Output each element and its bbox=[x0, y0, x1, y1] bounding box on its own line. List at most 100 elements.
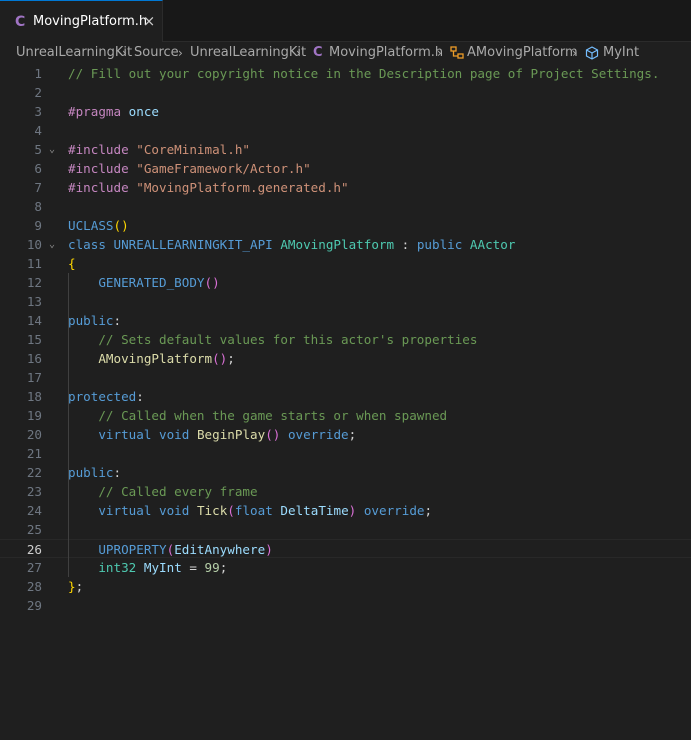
code-token: { bbox=[68, 256, 76, 271]
code-line[interactable]: 18 protected: bbox=[0, 387, 691, 406]
line-number: 21 bbox=[26, 446, 42, 461]
code-line[interactable]: 11 { bbox=[0, 254, 691, 273]
code-token: public bbox=[68, 313, 114, 328]
code-line[interactable]: 4 bbox=[0, 121, 691, 140]
line-number: 16 bbox=[26, 351, 42, 366]
code-line[interactable]: 27 int32 MyInt = 99; bbox=[0, 558, 691, 577]
code-line[interactable]: 23 // Called every frame bbox=[0, 482, 691, 501]
code-line[interactable]: 19 // Called when the game starts or whe… bbox=[0, 406, 691, 425]
code-text: UCLASS() bbox=[68, 216, 129, 235]
code-line[interactable]: 29 bbox=[0, 596, 691, 615]
code-line[interactable]: 10 ⌄ class UNREALLEARNINGKIT_API AMovingPl… bbox=[0, 235, 691, 254]
code-token: #include bbox=[68, 142, 129, 157]
code-token: override bbox=[287, 427, 349, 442]
line-number: 7 bbox=[34, 180, 42, 195]
code-token: : bbox=[113, 465, 122, 480]
code-line[interactable]: 24 virtual void Tick(float DeltaTime) ov… bbox=[0, 501, 691, 520]
code-token: public bbox=[416, 237, 463, 252]
breadcrumb-item-project[interactable]: UnrealLearningKit bbox=[16, 42, 132, 64]
code-text: virtual void BeginPlay() override; bbox=[68, 425, 356, 444]
code-line[interactable]: 17 bbox=[0, 368, 691, 387]
code-token: ; bbox=[227, 351, 235, 366]
code-token: ; bbox=[219, 560, 228, 575]
c-file-icon: C bbox=[313, 45, 323, 60]
code-token: GENERATED_BODY bbox=[98, 275, 205, 290]
breadcrumb-item-class[interactable]: AMovingPlatform bbox=[467, 42, 578, 64]
code-token: Tick bbox=[196, 503, 228, 518]
code-token: AMovingPlatform bbox=[280, 237, 395, 252]
tab-moving-platform-h[interactable]: C MovingPlatform.h × bbox=[0, 0, 163, 42]
code-line[interactable]: 25 bbox=[0, 520, 691, 539]
breadcrumb-item-file[interactable]: MovingPlatform.h bbox=[329, 42, 443, 64]
code-line[interactable]: 3 #pragma once bbox=[0, 102, 691, 121]
editor-tab-bar: C MovingPlatform.h × bbox=[0, 0, 691, 42]
code-line[interactable]: 15 // Sets default values for this actor… bbox=[0, 330, 691, 349]
chevron-right-icon: › bbox=[437, 46, 442, 60]
code-token: virtual bbox=[98, 427, 152, 442]
code-line[interactable]: 21 bbox=[0, 444, 691, 463]
breadcrumb-item-module[interactable]: UnrealLearningKit bbox=[190, 42, 306, 64]
code-token: void bbox=[159, 427, 190, 442]
line-number: 13 bbox=[26, 294, 42, 309]
code-text: UPROPERTY(EditAnywhere) bbox=[68, 540, 272, 559]
code-text: // Called when the game starts or when s… bbox=[68, 406, 447, 425]
code-line[interactable]: 26 UPROPERTY(EditAnywhere) bbox=[0, 539, 691, 558]
code-line[interactable]: 22 public: bbox=[0, 463, 691, 482]
chevron-right-icon: › bbox=[178, 46, 183, 60]
code-line[interactable]: 2 bbox=[0, 83, 691, 102]
code-text: int32 MyInt = 99; bbox=[68, 558, 227, 577]
code-token: : bbox=[394, 237, 417, 252]
code-line[interactable]: 1 // Fill out your copyright notice in th… bbox=[0, 64, 691, 83]
code-line[interactable]: 8 bbox=[0, 197, 691, 216]
code-line[interactable]: 12 GENERATED_BODY() bbox=[0, 273, 691, 292]
code-token: MyInt bbox=[143, 560, 182, 575]
code-text: AMovingPlatform(); bbox=[68, 349, 235, 368]
code-token: // Called every frame bbox=[98, 484, 258, 499]
code-token: ; bbox=[348, 427, 357, 442]
code-line[interactable]: 20 virtual void BeginPlay() override; bbox=[0, 425, 691, 444]
code-token: "CoreMinimal.h" bbox=[136, 142, 250, 157]
code-token: UPROPERTY bbox=[98, 542, 167, 557]
fold-chevron-icon[interactable]: ⌄ bbox=[49, 140, 55, 159]
breadcrumb: UnrealLearningKit › Source › UnrealLearn… bbox=[0, 42, 691, 64]
code-token: : bbox=[136, 389, 144, 404]
code-line[interactable]: 14 public: bbox=[0, 311, 691, 330]
code-token: public bbox=[68, 465, 114, 480]
code-token: #include bbox=[68, 161, 129, 176]
code-token: BeginPlay bbox=[196, 427, 266, 442]
code-token: #include bbox=[68, 180, 129, 195]
code-text: #include "CoreMinimal.h" bbox=[68, 140, 250, 159]
code-line[interactable]: 13 bbox=[0, 292, 691, 311]
code-token: ( bbox=[227, 503, 235, 518]
code-line[interactable]: 16 AMovingPlatform(); bbox=[0, 349, 691, 368]
code-text: public: bbox=[68, 311, 121, 330]
code-line[interactable]: 28}; bbox=[0, 577, 691, 596]
close-icon[interactable]: × bbox=[141, 13, 157, 29]
code-line[interactable]: 9 UCLASS() bbox=[0, 216, 691, 235]
line-number: 28 bbox=[26, 579, 42, 594]
code-line[interactable]: 7 #include "MovingPlatform.generated.h" bbox=[0, 178, 691, 197]
code-line[interactable]: 5 ⌄ #include "CoreMinimal.h" bbox=[0, 140, 691, 159]
code-token: () bbox=[204, 275, 220, 290]
field-cube-icon bbox=[585, 46, 599, 60]
breadcrumb-item-field[interactable]: MyInt bbox=[603, 42, 639, 64]
class-symbol-icon bbox=[450, 46, 465, 60]
line-number: 19 bbox=[26, 408, 42, 423]
code-token: once bbox=[128, 104, 160, 119]
line-number: 12 bbox=[26, 275, 42, 290]
indent-guide bbox=[68, 273, 69, 577]
breadcrumb-item-source[interactable]: Source bbox=[134, 42, 179, 64]
code-editor[interactable]: 1 // Fill out your copyright notice in th… bbox=[0, 64, 691, 740]
fold-chevron-icon[interactable]: ⌄ bbox=[49, 235, 55, 254]
code-line[interactable]: 6 #include "GameFramework/Actor.h" bbox=[0, 159, 691, 178]
